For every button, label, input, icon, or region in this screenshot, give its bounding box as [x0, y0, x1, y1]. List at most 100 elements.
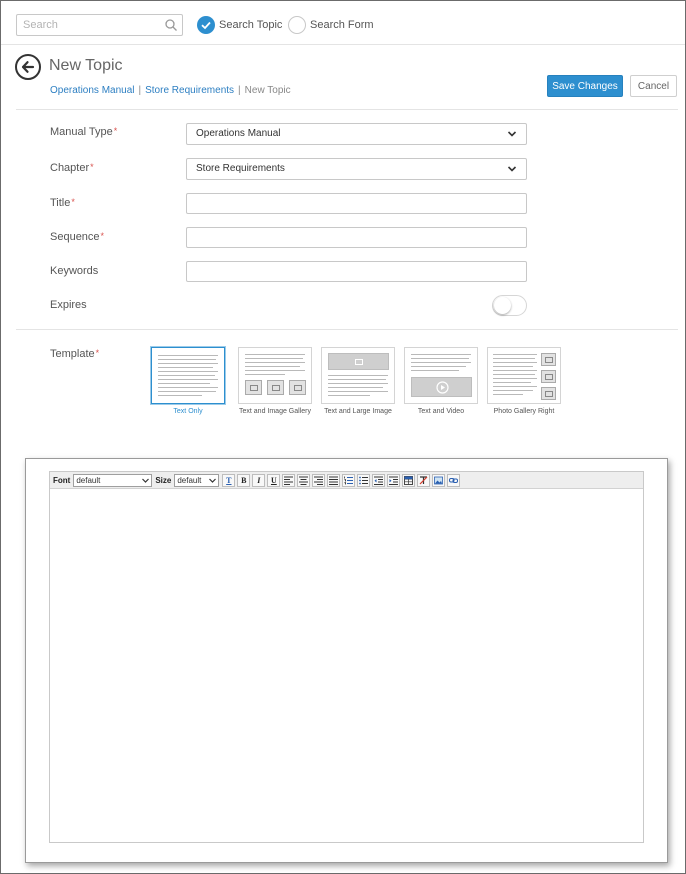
size-label: Size: [155, 475, 172, 485]
bullet-list-icon[interactable]: [357, 473, 371, 487]
template-image-gallery-thumbnail: [238, 347, 312, 404]
app-frame: Search Topic Search Form New Topic Opera…: [0, 0, 686, 874]
required-mark: *: [100, 231, 105, 241]
template-text-and-video[interactable]: Text and Video: [404, 347, 478, 415]
breadcrumb: Operations Manual | Store Requirements | New…: [50, 85, 291, 96]
template-caption: Text and Image Gallery: [239, 408, 311, 415]
radio-unchecked-icon: [288, 16, 306, 34]
italic-button[interactable]: I: [252, 473, 266, 487]
arrow-left-icon: [21, 61, 35, 73]
back-button[interactable]: [15, 54, 41, 80]
chapter-label: Chapter*: [50, 162, 94, 174]
manual-type-label: Manual Type*: [50, 126, 117, 138]
template-text-only-thumbnail: [151, 347, 225, 404]
font-select[interactable]: default: [73, 473, 153, 487]
search-icon[interactable]: [164, 18, 178, 32]
template-label: Template*: [50, 348, 99, 360]
save-changes-button[interactable]: Save Changes: [547, 75, 623, 97]
template-caption: Text Only: [173, 408, 203, 415]
expires-label: Expires: [50, 299, 87, 311]
indent-icon[interactable]: [387, 473, 401, 487]
bold-button[interactable]: B: [237, 473, 251, 487]
template-caption: Photo Gallery Right: [493, 408, 555, 415]
breadcrumb-store-requirements[interactable]: Store Requirements: [145, 85, 234, 96]
video-placeholder-icon: [411, 377, 472, 397]
search-topic-option[interactable]: Search Topic: [197, 14, 282, 36]
image-placeholder-icon: [541, 370, 556, 383]
search-form-option[interactable]: Search Form: [288, 14, 374, 36]
template-large-image-thumbnail: [321, 347, 395, 404]
search-topic-label: Search Topic: [219, 19, 283, 31]
template-label-text: Template: [50, 348, 95, 360]
chapter-value: Store Requirements: [196, 163, 285, 174]
editor-toolbar: Font default Size default T B I U: [50, 472, 643, 489]
search-box[interactable]: [16, 14, 183, 36]
text-style-button[interactable]: T: [222, 473, 236, 487]
manual-type-label-text: Manual Type: [50, 126, 113, 138]
manual-type-value: Operations Manual: [196, 128, 281, 139]
align-left-icon[interactable]: [282, 473, 296, 487]
image-placeholder-icon: [289, 380, 306, 395]
rich-text-editor: Font default Size default T B I U: [49, 471, 644, 843]
insert-table-icon[interactable]: [402, 473, 416, 487]
sequence-label-text: Sequence: [50, 231, 100, 243]
image-placeholder-icon: [245, 380, 262, 395]
divider: [16, 109, 678, 110]
numbered-list-icon[interactable]: [342, 473, 356, 487]
outdent-icon[interactable]: [372, 473, 386, 487]
top-search-bar: Search Topic Search Form: [1, 1, 685, 45]
chapter-select[interactable]: Store Requirements: [186, 158, 527, 180]
search-input[interactable]: [17, 15, 157, 35]
required-mark: *: [90, 162, 94, 172]
template-text-and-image-gallery[interactable]: Text and Image Gallery: [238, 347, 312, 415]
breadcrumb-separator: |: [238, 85, 241, 96]
keywords-input[interactable]: [186, 261, 527, 282]
template-text-only[interactable]: Text Only: [151, 347, 225, 415]
sequence-label: Sequence*: [50, 231, 104, 243]
template-video-thumbnail: [404, 347, 478, 404]
image-placeholder-icon: [541, 387, 556, 400]
page-title: New Topic: [49, 57, 123, 74]
toggle-knob: [494, 297, 511, 314]
template-photo-gallery-thumbnail: [487, 347, 561, 404]
cancel-button[interactable]: Cancel: [630, 75, 677, 97]
chevron-down-icon: [142, 478, 150, 483]
radio-checked-icon: [197, 16, 215, 34]
manual-type-select[interactable]: Operations Manual: [186, 123, 527, 145]
title-input[interactable]: [186, 193, 527, 214]
image-placeholder-icon: [541, 353, 556, 366]
template-caption: Text and Video: [417, 408, 465, 415]
sequence-input[interactable]: [186, 227, 527, 248]
template-caption: Text and Large Image: [324, 408, 392, 415]
required-mark: *: [95, 348, 100, 358]
chevron-down-icon: [507, 166, 517, 172]
expires-toggle[interactable]: [492, 295, 527, 316]
image-placeholder-icon: [267, 380, 284, 395]
clear-format-icon[interactable]: [417, 473, 431, 487]
template-photo-gallery-right[interactable]: Photo Gallery Right: [487, 347, 561, 415]
search-form-label: Search Form: [310, 19, 374, 31]
required-mark: *: [71, 197, 75, 207]
align-right-icon[interactable]: [312, 473, 326, 487]
breadcrumb-separator: |: [138, 85, 142, 96]
divider: [16, 329, 678, 330]
align-center-icon[interactable]: [297, 473, 311, 487]
keywords-label: Keywords: [50, 265, 99, 277]
insert-image-icon[interactable]: [432, 473, 446, 487]
insert-link-icon[interactable]: [447, 473, 461, 487]
size-select[interactable]: default: [174, 473, 220, 487]
title-label-text: Title: [50, 197, 71, 209]
chevron-down-icon: [507, 131, 517, 137]
title-label: Title*: [50, 197, 75, 209]
breadcrumb-current: New Topic: [244, 85, 291, 96]
chapter-label-text: Chapter: [50, 162, 90, 174]
align-justify-icon[interactable]: [327, 473, 341, 487]
breadcrumb-operations-manual[interactable]: Operations Manual: [50, 85, 135, 96]
image-placeholder-icon: [328, 353, 389, 370]
size-select-value: default: [177, 475, 202, 485]
underline-button[interactable]: U: [267, 473, 281, 487]
template-text-and-large-image[interactable]: Text and Large Image: [321, 347, 395, 415]
font-label: Font: [53, 475, 71, 485]
required-mark: *: [113, 126, 118, 136]
chevron-down-icon: [209, 478, 217, 483]
